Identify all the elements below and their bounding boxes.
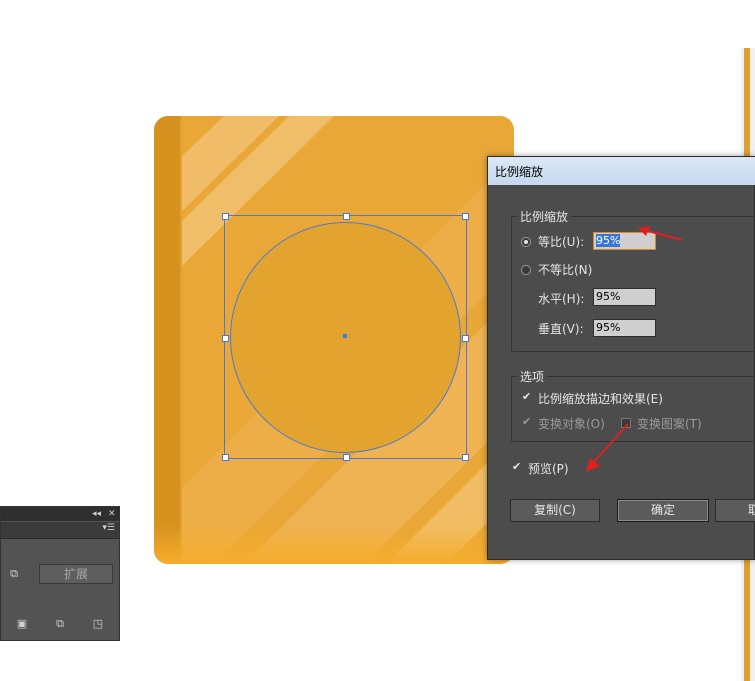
dialog-titlebar[interactable]: 比例缩放 [488, 157, 755, 185]
scale-group-label: 比例缩放 [517, 208, 572, 225]
handle-bottom-left[interactable] [222, 454, 229, 461]
handle-left[interactable] [222, 335, 229, 342]
handle-top-right[interactable] [462, 213, 469, 220]
preview-checkbox[interactable]: ✔ [512, 461, 522, 472]
nonuniform-radio[interactable] [521, 265, 531, 275]
horizontal-input[interactable]: 95% [593, 288, 656, 306]
tool-panel: ◂◂ ✕ ▾☰ ⧉ 扩展 ▣ ⧉ ◳ [0, 506, 120, 641]
nonuniform-label: 不等比(N) [538, 263, 593, 277]
transform-objects-checkbox[interactable]: ✔ [522, 416, 532, 427]
uniform-radio[interactable] [521, 237, 531, 247]
handle-bottom-right[interactable] [462, 454, 469, 461]
handle-top-left[interactable] [222, 213, 229, 220]
close-icon[interactable]: ✕ [108, 508, 116, 520]
handle-right[interactable] [462, 335, 469, 342]
transform-patterns-label: 变换图案(T) [637, 417, 702, 431]
panel-titlebar: ◂◂ ✕ [1, 507, 119, 521]
trim-icon[interactable]: ⧉ [53, 617, 67, 631]
divide-icon[interactable]: ▣ [15, 617, 29, 631]
annotation-arrow-preview [586, 423, 629, 472]
handle-top[interactable] [343, 213, 350, 220]
annotation-arrow-uniform [638, 226, 683, 241]
ok-button[interactable]: 确定 [617, 499, 709, 522]
dialog-title: 比例缩放 [495, 165, 544, 179]
merge-icon[interactable]: ◳ [91, 617, 105, 631]
uniform-label: 等比(U): [538, 235, 585, 249]
center-point [343, 334, 347, 338]
expand-button[interactable]: 扩展 [39, 564, 113, 584]
copy-button[interactable]: 复制(C) [510, 499, 600, 522]
double-chevron-left-icon[interactable]: ◂◂ [92, 508, 101, 520]
notebook-spine [154, 116, 180, 564]
panel-tab-row: ▾☰ [1, 522, 119, 539]
scale-dialog: 比例缩放 比例缩放 等比(U): 95% 不等比(N) 水平(H): 95% 垂… [487, 156, 755, 560]
panel-menu-icon[interactable]: ▾☰ [102, 523, 115, 533]
scale-strokes-checkbox[interactable]: ✔ [522, 391, 532, 402]
handle-bottom[interactable] [343, 454, 350, 461]
cancel-button[interactable]: 取 [715, 499, 755, 522]
preview-label: 预览(P) [528, 462, 569, 476]
pathfinder-icon[interactable]: ⧉ [7, 567, 21, 581]
options-group-label: 选项 [517, 368, 548, 385]
horizontal-label: 水平(H): [538, 292, 585, 306]
scale-strokes-label: 比例缩放描边和效果(E) [538, 392, 663, 406]
vertical-input[interactable]: 95% [593, 319, 656, 337]
vertical-label: 垂直(V): [538, 322, 584, 336]
